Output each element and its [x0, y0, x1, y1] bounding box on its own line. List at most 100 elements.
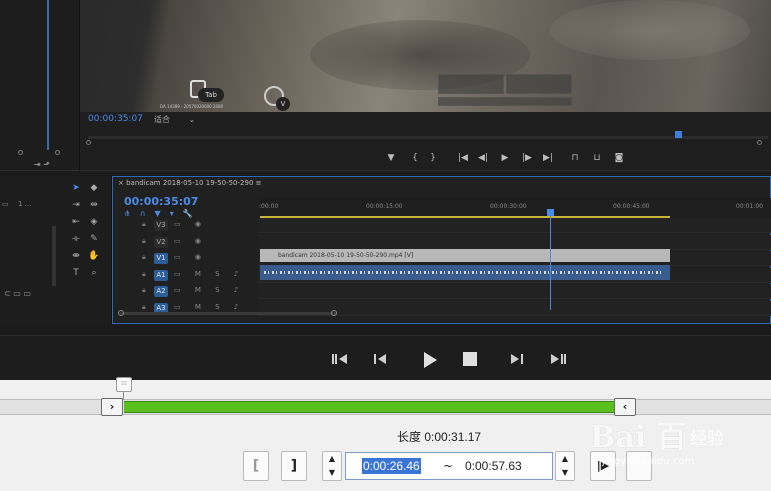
playhead-timecode[interactable]: 00:00:35:07 — [88, 114, 143, 124]
track-controls[interactable]: ▭ ◉ — [174, 220, 207, 228]
video-preview: Tab V DA 14389 - 20570020600 2080 — [80, 0, 771, 112]
panel-scrollbar[interactable] — [47, 0, 49, 150]
timeline-scrollbar[interactable] — [120, 312, 336, 315]
stop-icon[interactable] — [458, 351, 482, 367]
zoom-fit-select[interactable]: 适合 ⌄ — [154, 114, 204, 125]
track-lane[interactable] — [258, 218, 771, 233]
step-forward-frame-icon[interactable]: |▶ — [520, 152, 534, 164]
track-target[interactable]: V1 — [154, 253, 168, 264]
bin-bottom-icons[interactable]: ⊂ ▭ ▭ — [4, 289, 31, 298]
track-target[interactable]: A1 — [154, 270, 168, 281]
go-to-in-icon[interactable]: |◀ — [456, 152, 470, 164]
step-back-frame-icon[interactable]: ◀| — [476, 152, 490, 164]
project-bin-panel: ▭ 1 ... ⊂ ▭ ▭ — [0, 176, 62, 324]
scroll-knob-right[interactable] — [331, 310, 337, 316]
ruler-label: 00:00:30:00 — [490, 203, 527, 210]
ripple-edit-tool-icon[interactable]: ⇥ — [70, 199, 82, 211]
game-hud-text: DA 14389 - 20570020600 2080 — [160, 104, 224, 109]
timeline-options-icons[interactable]: ⋔∩▼▾🔧 — [124, 209, 202, 218]
start-time-spinner[interactable]: ▲ ▼ — [322, 451, 342, 481]
arrow-down-icon[interactable]: ▼ — [556, 466, 574, 480]
scrub-knob-left[interactable] — [86, 140, 91, 145]
step-back-icon[interactable] — [368, 351, 392, 367]
track-controls[interactable]: ▭ M S ♪ — [174, 286, 244, 294]
selection-tool-icon[interactable]: ➤ — [70, 182, 82, 194]
timeline-playhead[interactable] — [547, 209, 554, 216]
end-time-value[interactable]: 0:00:57.63 — [465, 458, 522, 474]
scroll-knob-left[interactable] — [118, 310, 124, 316]
scroll-knob-left[interactable] — [18, 150, 23, 155]
lock-icon[interactable]: 🔒︎ — [142, 237, 146, 246]
add-marker-icon[interactable]: ▼ — [384, 152, 398, 164]
arrow-up-icon[interactable]: ▲ — [323, 452, 341, 466]
skip-back-icon[interactable] — [328, 351, 352, 367]
camera-icon[interactable]: ◙ — [612, 152, 626, 164]
zoom-fit-label: 适合 — [154, 115, 170, 124]
monitor-playhead[interactable] — [675, 131, 682, 138]
mark-in-icon[interactable]: { — [408, 152, 422, 164]
track-controls[interactable]: ▭ M S ♪ — [174, 303, 244, 311]
razor-tool-icon[interactable]: ◈ — [88, 216, 100, 228]
game-hud-panel — [438, 74, 504, 94]
arrow-up-icon[interactable]: ▲ — [556, 452, 574, 466]
scroll-knob-right[interactable] — [55, 150, 60, 155]
track-controls[interactable]: ▭ ◉ — [174, 253, 207, 261]
end-time-spinner[interactable]: ▲ ▼ — [555, 451, 575, 481]
ruler-label: 00:00:45:00 — [613, 203, 650, 210]
rolling-edit-tool-icon[interactable]: ⇹ — [88, 199, 100, 211]
mark-out-icon[interactable]: } — [426, 152, 440, 164]
lock-icon[interactable]: 🔒︎ — [142, 286, 146, 295]
scrub-knob-right[interactable] — [757, 140, 762, 145]
track-target[interactable]: A2 — [154, 286, 168, 297]
lift-icon[interactable]: ⊓ — [568, 152, 582, 164]
audio-clip[interactable] — [260, 265, 670, 280]
track-header: 🔒︎ V2 ▭ ◉ — [114, 235, 258, 250]
sequence-tab[interactable]: × bandicam 2018-05-10 19-50-50-290 ≡ — [118, 179, 262, 187]
go-to-out-icon[interactable]: ▶| — [541, 152, 555, 164]
track-header: 🔒︎ V3 ▭ ◉ — [114, 218, 258, 233]
pen-tool-icon[interactable]: ✎ — [88, 233, 100, 245]
set-end-button[interactable]: ] — [281, 451, 307, 481]
v-key-hint: V — [276, 97, 290, 111]
sequence-timecode[interactable]: 00:00:35:07 — [124, 195, 198, 208]
skip-forward-icon[interactable] — [546, 351, 570, 367]
extract-icon[interactable]: ⊔ — [590, 152, 604, 164]
slide-tool-icon[interactable]: ⇼ — [70, 250, 82, 262]
arrow-down-icon[interactable]: ▼ — [323, 466, 341, 480]
tools-panel: ➤ ◆ ⇥ ⇹ ⇤ ◈ ⟛ ✎ ⇼ ✋ T ⌕ — [62, 176, 112, 324]
play-icon[interactable] — [418, 351, 442, 368]
lock-icon[interactable]: 🔒︎ — [142, 220, 146, 229]
play-small-icon[interactable]: ▶ — [498, 152, 512, 164]
watermark-jingyan: 经验 — [690, 429, 724, 449]
hand-tool-icon[interactable]: ✋ — [88, 250, 100, 262]
track-controls[interactable]: ▭ M S ♪ — [174, 270, 244, 278]
lock-icon[interactable]: 🔒︎ — [142, 253, 146, 262]
type-tool-icon[interactable]: T — [70, 267, 82, 279]
scrub-handle[interactable]: ⁝⁝⁝ — [116, 377, 132, 392]
video-clip[interactable]: bandicam 2018-05-10 19-50-50-290.mp4 [V] — [260, 249, 670, 262]
panel-nav-icons[interactable]: ⇥ ⬏ — [34, 160, 50, 169]
track-header: 🔒︎ V1 ▭ ◉ — [114, 251, 258, 266]
track-target[interactable]: V3 — [154, 220, 168, 231]
slip-tool-icon[interactable]: ⟛ — [70, 233, 82, 245]
track-lane[interactable] — [258, 284, 771, 299]
monitor-scrub-bar[interactable] — [88, 136, 768, 139]
lock-icon[interactable]: 🔒︎ — [142, 303, 146, 312]
track-target[interactable]: V2 — [154, 237, 168, 248]
track-controls[interactable]: ▭ ◉ — [174, 237, 207, 245]
start-time-value[interactable]: 0:00:26.46 — [362, 458, 421, 474]
range-start-handle[interactable]: › — [101, 398, 123, 416]
selected-range — [124, 401, 616, 413]
set-start-button[interactable]: [ — [243, 451, 269, 481]
divider — [0, 170, 771, 171]
zoom-tool-icon[interactable]: ⌕ — [88, 267, 100, 279]
rate-stretch-tool-icon[interactable]: ⇤ — [70, 216, 82, 228]
range-separator: ~ — [443, 459, 454, 473]
scrub-handle-stem — [123, 392, 124, 400]
step-forward-icon[interactable] — [505, 351, 529, 367]
bin-scrollbar[interactable] — [52, 226, 56, 286]
track-lane[interactable] — [258, 235, 771, 250]
track-select-tool-icon[interactable]: ◆ — [88, 182, 100, 194]
lock-icon[interactable]: 🔒︎ — [142, 270, 146, 279]
bin-item[interactable]: ▭ — [2, 200, 9, 208]
